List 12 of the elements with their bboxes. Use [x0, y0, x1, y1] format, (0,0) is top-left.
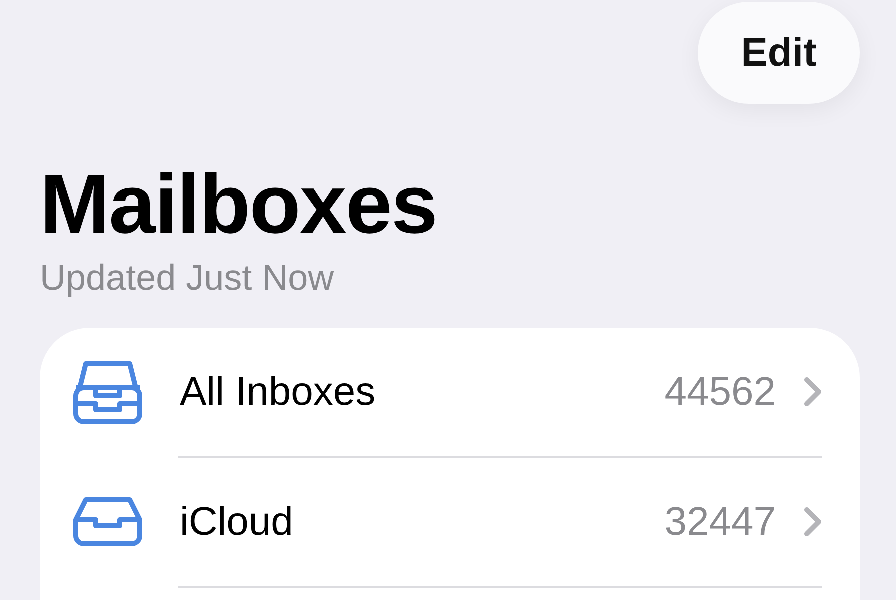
mailbox-name: iCloud: [180, 500, 294, 544]
mailbox-row[interactable]: All Inboxes 44562: [40, 328, 860, 456]
message-count: 32447: [664, 500, 776, 544]
tray-icon: [72, 496, 144, 548]
update-status: Updated Just Now: [40, 256, 336, 300]
mailbox-name: All Inboxes: [180, 370, 377, 414]
edit-button[interactable]: Edit: [698, 2, 860, 104]
page-title: Mailboxes: [40, 156, 438, 253]
chevron-icon: [804, 507, 822, 537]
chevron-icon: [804, 377, 822, 407]
message-count: 44562: [664, 370, 776, 414]
mailbox-row[interactable]: iCloud 32447: [40, 458, 860, 586]
